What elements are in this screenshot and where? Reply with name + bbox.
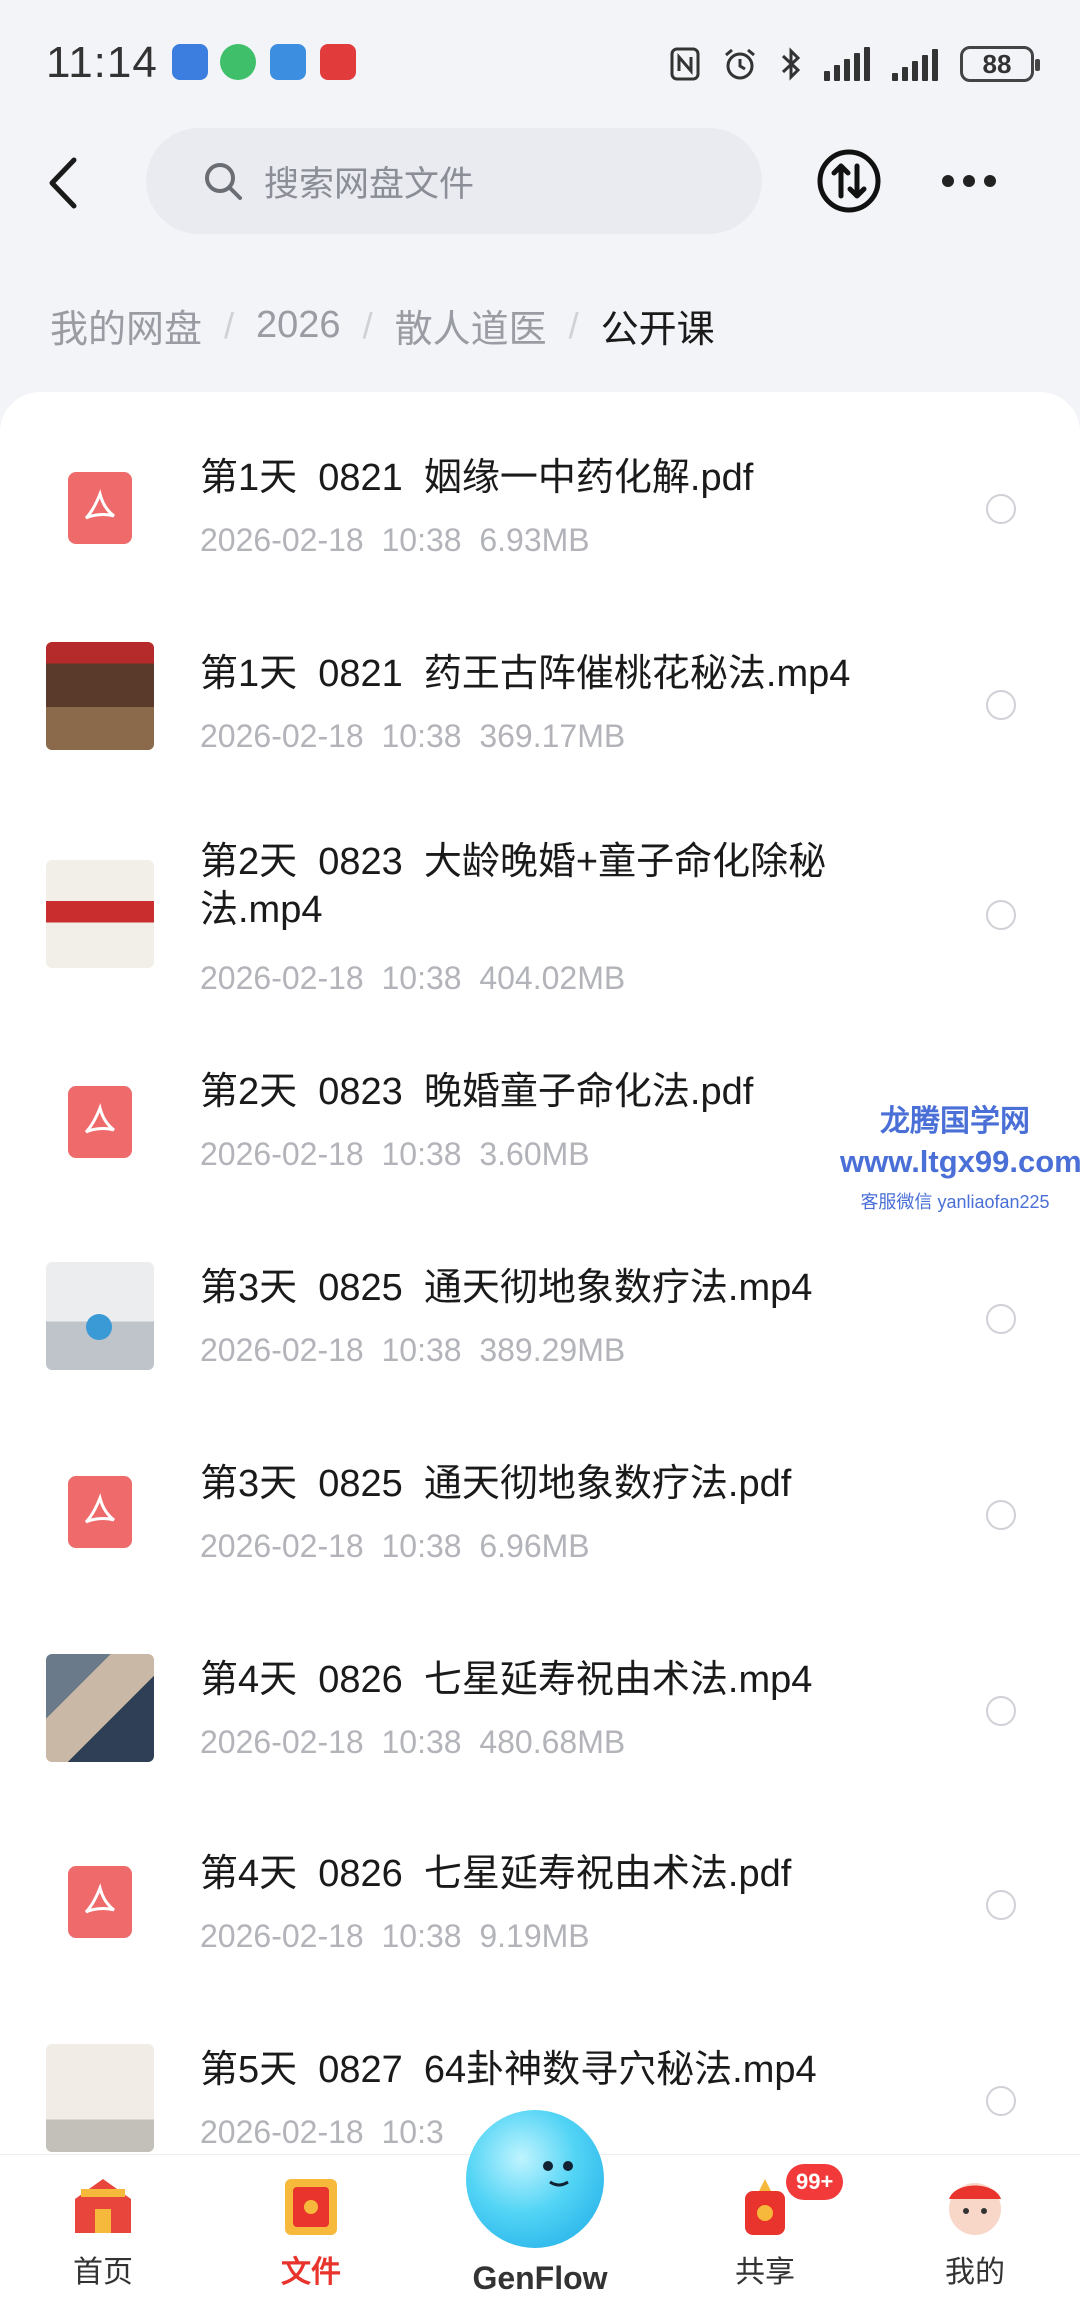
tab-files-label: 文件 [281,2256,341,2289]
transfer-icon [817,149,881,213]
more-button[interactable] [942,166,1002,196]
tab-files[interactable]: 文件 [236,2169,386,2319]
breadcrumb-current: 公开课 [600,309,715,351]
tab-genflow-label: GenFlow [472,2260,608,2296]
video-thumbnail [46,2044,154,2152]
file-name: 第3天 0825 通天彻地象数疗法.mp4 [200,1267,813,1309]
select-radio[interactable] [986,900,1016,930]
breadcrumb-item[interactable]: 散人道医 [395,298,547,353]
search-placeholder: 搜索网盘文件 [264,164,475,204]
video-thumbnail [46,642,154,750]
breadcrumb-separator: / [568,304,579,346]
file-row[interactable]: 第1天 0821 姻缘一中药化解.pdf 2026-02-18 10:38 6.… [0,392,1080,587]
search-icon [205,163,242,200]
file-meta: 2026-02-18 10:38 6.96MB [200,1528,590,1564]
tab-share-label: 共享 [735,2256,795,2289]
file-name: 第1天 0821 姻缘一中药化解.pdf [200,457,754,499]
genflow-mascot-icon [543,2161,573,2187]
file-name: 第2天 0823 大龄晚婚+童子命化除秘 法.mp4 [200,841,827,931]
file-row[interactable]: 第3天 0825 通天彻地象数疗法.pdf 2026-02-18 10:38 6… [0,1416,1080,1611]
app-notification-icon [270,44,306,80]
file-meta: 2026-02-18 10:38 369.17MB [200,718,626,754]
file-name: 第4天 0826 七星延寿祝由术法.mp4 [200,1659,813,1701]
select-radio[interactable] [986,1500,1016,1530]
nfc-icon [670,47,700,81]
watermark-contact: 客服微信 yanliaofan225 [860,1192,1050,1212]
tab-mine-label: 我的 [945,2256,1005,2289]
file-name: 第1天 0821 药王古阵催桃花秘法.mp4 [200,653,851,695]
tab-mine[interactable]: 我的 [900,2169,1050,2319]
file-name: 第2天 0823 晚婚童子命化法.pdf [200,1071,754,1113]
breadcrumb-item[interactable]: 2026 [256,304,341,347]
status-time: 11:14 [46,38,158,87]
file-meta: 2026-02-18 10:38 480.68MB [200,1724,626,1760]
watermark-title: 龙腾国学网 [880,1105,1030,1138]
status-bar: 11:14 88 [0,0,1080,130]
file-name: 第5天 0827 64卦神数寻穴秘法.mp4 [200,2049,817,2091]
file-meta: 2026-02-18 10:38 404.02MB [200,960,626,996]
alarm-icon [725,48,755,80]
select-radio[interactable] [986,2086,1016,2116]
pdf-file-icon [46,1848,154,1956]
select-radio[interactable] [986,494,1016,524]
genflow-button[interactable] [466,2110,604,2248]
more-dots-icon [942,175,954,187]
signal-icon-2 [892,47,938,81]
select-radio[interactable] [986,1304,1016,1334]
pdf-file-icon [46,454,154,562]
video-thumbnail [46,1654,154,1762]
signal-icon [824,47,870,81]
file-row[interactable]: 第4天 0826 七星延寿祝由术法.mp4 2026-02-18 10:38 4… [0,1610,1080,1805]
file-row[interactable]: 第2天 0823 大龄晚婚+童子命化除秘 法.mp4 2026-02-18 10… [0,784,1080,1024]
file-row[interactable]: 第4天 0826 七星延寿祝由术法.pdf 2026-02-18 10:38 9… [0,1806,1080,2001]
breadcrumb: 我的网盘 / 2026 / 散人道医 / 公开课 [50,298,715,353]
home-icon [67,2169,139,2241]
files-icon [275,2169,347,2241]
app-notification-icon [172,44,208,80]
watermark: 龙腾国学网 www.ltgx99.com 客服微信 yanliaofan225 [840,1096,1080,1214]
pdf-file-icon [46,1458,154,1566]
transfer-button[interactable] [816,148,882,214]
pdf-file-icon [46,1068,154,1176]
app-notification-icon [320,44,356,80]
video-thumbnail [46,1262,154,1370]
file-list: 第1天 0821 姻缘一中药化解.pdf 2026-02-18 10:38 6.… [0,392,1080,2154]
file-meta: 2026-02-18 10:3 [200,2114,444,2150]
watermark-url: www.ltgx99.com [840,1144,1080,1179]
select-radio[interactable] [986,1696,1016,1726]
breadcrumb-separator: / [224,304,235,346]
select-radio[interactable] [986,690,1016,720]
search-input[interactable]: 搜索网盘文件 [146,128,762,234]
share-count-badge: 99+ [786,2164,844,2200]
battery-indicator: 88 [960,46,1040,82]
file-row[interactable]: 第3天 0825 通天彻地象数疗法.mp4 2026-02-18 10:38 3… [0,1220,1080,1415]
breadcrumb-item[interactable]: 我的网盘 [50,298,202,353]
file-meta: 2026-02-18 10:38 9.19MB [200,1918,590,1954]
file-row[interactable]: 第1天 0821 药王古阵催桃花秘法.mp4 2026-02-18 10:38 … [0,588,1080,783]
profile-avatar-icon [939,2169,1011,2241]
file-meta: 2026-02-18 10:38 3.60MB [200,1136,590,1172]
file-meta: 2026-02-18 10:38 6.93MB [200,522,590,558]
file-meta: 2026-02-18 10:38 389.29MB [200,1332,626,1368]
video-thumbnail [46,860,154,968]
app-notification-icon [220,44,256,80]
bluetooth-icon [781,47,801,81]
back-button[interactable] [40,148,90,218]
file-name: 第3天 0825 通天彻地象数疗法.pdf [200,1463,792,1505]
breadcrumb-separator: / [362,304,373,346]
file-name: 第4天 0826 七星延寿祝由术法.pdf [200,1853,792,1895]
select-radio[interactable] [986,1890,1016,1920]
chevron-left-icon [49,157,77,209]
tab-home[interactable]: 首页 [28,2169,178,2319]
tab-home-label: 首页 [73,2256,133,2289]
